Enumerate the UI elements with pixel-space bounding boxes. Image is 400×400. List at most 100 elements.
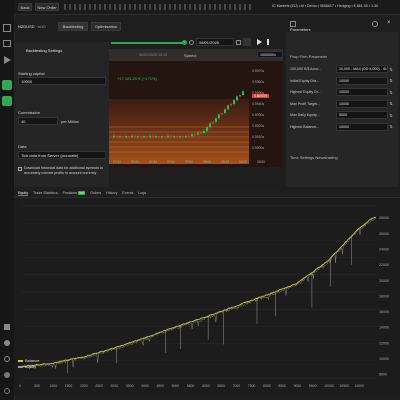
sidebar-icon-play[interactable] bbox=[3, 56, 11, 64]
y-tick: 16000 bbox=[379, 310, 389, 314]
candle bbox=[146, 136, 148, 138]
parameter-label: 100,000 K/$ Acco... bbox=[290, 67, 322, 71]
candle bbox=[161, 136, 163, 138]
price-tick: 0.5900s bbox=[252, 146, 265, 150]
bottom-tab-equity[interactable]: Equity bbox=[18, 191, 28, 196]
account-info[interactable]: IC Markets (EU) Ltd • Demo • 9658617 • H… bbox=[272, 4, 400, 8]
stepper-icon[interactable]: ⇅ bbox=[388, 78, 394, 83]
candle bbox=[158, 136, 160, 138]
y-tick: 10000 bbox=[379, 357, 389, 361]
parameter-rows: 100,000 K/$ Acco... 10,000 - MAX (DD 5,00… bbox=[290, 64, 396, 133]
candle bbox=[200, 132, 202, 134]
parameter-value-input[interactable]: 10,000 - MAX (DD 5,000) - ID... bbox=[336, 65, 388, 73]
starting-capital-label: Starting capital bbox=[18, 71, 45, 76]
info-icon[interactable] bbox=[4, 340, 10, 346]
sidebar-icon-search[interactable] bbox=[2, 96, 12, 106]
parameter-value-input[interactable]: 10000 bbox=[336, 76, 388, 85]
candle bbox=[170, 135, 172, 138]
y-tick: 20000 bbox=[379, 279, 389, 283]
candle bbox=[191, 134, 193, 137]
bottom-tab-events[interactable]: Events bbox=[122, 191, 133, 195]
tab-count-badge: 500 bbox=[78, 191, 86, 195]
settings-icon[interactable] bbox=[4, 356, 10, 362]
download-checkbox[interactable] bbox=[18, 167, 22, 171]
bottom-tab-positions[interactable]: Positions 500 bbox=[63, 191, 86, 195]
parameter-value-input[interactable]: 10000 bbox=[336, 122, 388, 131]
speed-label: Speed: bbox=[184, 53, 197, 58]
candle bbox=[185, 135, 187, 138]
help-icon[interactable] bbox=[4, 388, 10, 394]
stepper-icon[interactable]: ⇅ bbox=[388, 101, 394, 106]
bottom-tab-orders[interactable]: Orders bbox=[90, 191, 101, 195]
parameter-row: Highest Equity Dr... 10000 ⇅ bbox=[290, 87, 396, 97]
sidebar-icon-file[interactable] bbox=[3, 24, 11, 32]
calendar-icon[interactable] bbox=[236, 40, 241, 45]
gear-icon[interactable] bbox=[372, 21, 378, 27]
step-icon[interactable] bbox=[267, 39, 273, 45]
stepper-icon[interactable]: ⇅ bbox=[388, 90, 394, 95]
stepper-icon[interactable]: ⇅ bbox=[388, 67, 394, 72]
bottom-tab-trade-statistics[interactable]: Trade Statistics bbox=[33, 191, 58, 195]
candle bbox=[230, 104, 232, 106]
data-select[interactable]: Tick data from Server (accurate) bbox=[18, 151, 106, 159]
candle bbox=[215, 118, 217, 123]
candle bbox=[194, 134, 196, 136]
parameter-label: Initial Equity Dra... bbox=[290, 78, 320, 83]
end-date-input[interactable]: 06/01/2025 bbox=[196, 38, 234, 46]
speed-input[interactable]: 1000000x bbox=[257, 51, 283, 58]
play-button-icon[interactable] bbox=[257, 39, 262, 45]
y-tick: 8000 bbox=[379, 373, 387, 377]
candle bbox=[197, 132, 199, 135]
candle bbox=[149, 135, 151, 138]
x-tick: 3000 bbox=[111, 384, 119, 388]
starting-capital-input[interactable]: 10000 bbox=[18, 77, 106, 85]
user-icon[interactable] bbox=[4, 372, 10, 378]
parameters-footer[interactable]: Time Settings Newstrading bbox=[290, 155, 338, 160]
price-chart[interactable]: 06/01/2025 15:10 Speed: 1000000x +17,181… bbox=[109, 49, 283, 167]
candle bbox=[134, 135, 136, 138]
back-button[interactable]: Back bbox=[18, 3, 32, 11]
equity-chart[interactable]: 28000 26000 24000 22000 20000 18000 16000 14000… bbox=[14, 198, 400, 396]
parameter-value-input[interactable]: 5000 bbox=[336, 111, 388, 119]
parameter-value-input[interactable]: 10000 bbox=[336, 99, 388, 108]
price-tick: 0.5940s bbox=[252, 102, 265, 106]
parameter-row: 100,000 K/$ Acco... 10,000 - MAX (DD 5,00… bbox=[290, 64, 396, 74]
bottom-tabs: Equity Trade Statistics Positions 500 Orders… bbox=[18, 190, 151, 196]
x-tick: 9500 bbox=[309, 384, 317, 388]
x-tick: 6000 bbox=[202, 384, 210, 388]
y-tick: 12000 bbox=[379, 341, 389, 345]
lock-icon[interactable] bbox=[4, 324, 10, 330]
parameter-row: Initial Equity Dra... 10000 ⇅ bbox=[290, 76, 396, 86]
progress-bar bbox=[111, 42, 185, 44]
tab-symbol[interactable]: NZDUSD m10 bbox=[18, 22, 45, 30]
y-tick: 26000 bbox=[379, 232, 389, 236]
time-tick: 07:30 bbox=[149, 160, 157, 164]
y-tick: 28000 bbox=[379, 216, 389, 220]
stepper-icon[interactable]: ⇅ bbox=[388, 124, 394, 129]
x-tick: 2500 bbox=[95, 384, 103, 388]
commission-input[interactable]: 40 bbox=[18, 117, 58, 125]
sidebar-icon-folder[interactable] bbox=[3, 40, 11, 47]
candle bbox=[188, 135, 190, 137]
parameter-value-input[interactable]: 10000 bbox=[336, 88, 388, 96]
parameter-row: Max Profit Target... 10000 ⇅ bbox=[290, 99, 396, 109]
tab-row: NZDUSD m10 Backtesting Optimisation bbox=[14, 19, 284, 32]
close-icon[interactable]: × bbox=[387, 20, 394, 27]
y-tick: 14000 bbox=[379, 326, 389, 330]
x-tick: 3500 bbox=[126, 384, 134, 388]
stepper-icon[interactable]: ⇅ bbox=[388, 113, 394, 118]
time-tick: 08:20 bbox=[239, 160, 247, 164]
stop-icon[interactable] bbox=[243, 38, 251, 46]
tab-backtesting[interactable]: Backtesting bbox=[58, 22, 88, 31]
refresh-icon[interactable] bbox=[189, 40, 194, 45]
tab-optimisation[interactable]: Optimisation bbox=[91, 22, 121, 31]
time-tick: 07:50 bbox=[185, 160, 193, 164]
sidebar-icon-chart[interactable] bbox=[2, 80, 12, 90]
new-order-button[interactable]: New Order bbox=[35, 3, 59, 11]
bottom-tab-history[interactable]: History bbox=[106, 191, 117, 195]
candles bbox=[109, 89, 249, 164]
bottom-tab-logs[interactable]: Logs bbox=[138, 191, 146, 195]
progress-handle[interactable] bbox=[182, 40, 187, 45]
x-tick: 4500 bbox=[156, 384, 164, 388]
candle bbox=[155, 136, 157, 138]
